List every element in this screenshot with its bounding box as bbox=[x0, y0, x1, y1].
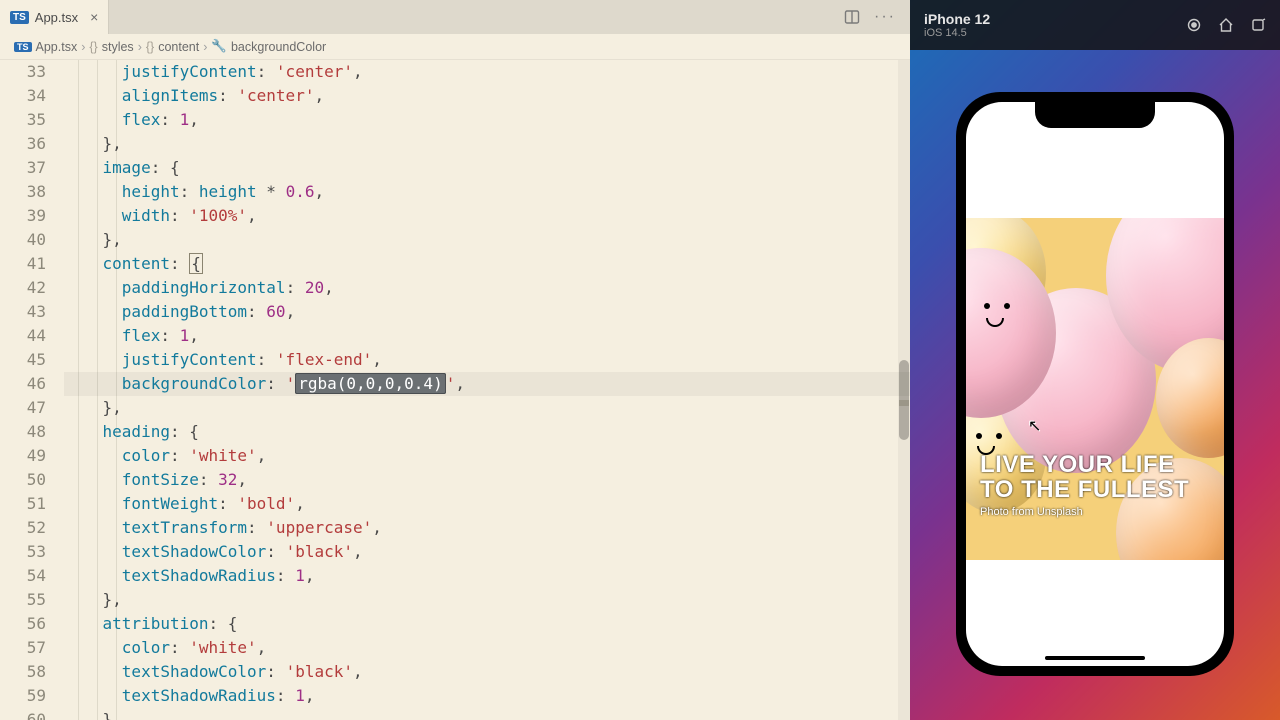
simulator-device-name: iPhone 12 bbox=[924, 11, 990, 27]
line-number: 52 bbox=[0, 516, 46, 540]
close-tab-icon[interactable]: × bbox=[90, 9, 98, 25]
code-line[interactable]: justifyContent: 'flex-end', bbox=[64, 348, 910, 372]
line-number-gutter: 3334353637383940414243444546474849505152… bbox=[0, 60, 60, 720]
code-line[interactable]: textShadowRadius: 1, bbox=[64, 684, 910, 708]
line-number: 53 bbox=[0, 540, 46, 564]
line-number: 57 bbox=[0, 636, 46, 660]
breadcrumb-segment[interactable]: content bbox=[158, 40, 199, 54]
code-line[interactable]: heading: { bbox=[64, 420, 910, 444]
simulator-device-info: iPhone 12 iOS 14.5 bbox=[924, 11, 990, 39]
device-notch bbox=[1035, 102, 1155, 128]
home-indicator bbox=[1045, 656, 1145, 660]
code-line[interactable]: }, bbox=[64, 708, 910, 720]
code-line[interactable]: attribution: { bbox=[64, 612, 910, 636]
line-number: 37 bbox=[0, 156, 46, 180]
chevron-right-icon: › bbox=[138, 40, 142, 54]
line-number: 42 bbox=[0, 276, 46, 300]
code-line[interactable]: textTransform: 'uppercase', bbox=[64, 516, 910, 540]
overview-ruler-mark bbox=[899, 400, 909, 406]
chevron-right-icon: › bbox=[81, 40, 85, 54]
device-frame: Live your life to the fullest Photo from… bbox=[956, 92, 1234, 676]
breadcrumb-segment[interactable]: styles bbox=[102, 40, 134, 54]
simulator-toolbar: iPhone 12 iOS 14.5 bbox=[910, 0, 1280, 50]
home-icon[interactable] bbox=[1218, 17, 1234, 33]
content-overlay: Live your life to the fullest Photo from… bbox=[966, 218, 1224, 560]
code-line[interactable]: textShadowColor: 'black', bbox=[64, 660, 910, 684]
chevron-right-icon: › bbox=[203, 40, 207, 54]
line-number: 58 bbox=[0, 660, 46, 684]
tabbar-actions: ··· bbox=[844, 0, 910, 34]
vertical-scrollbar[interactable] bbox=[898, 60, 910, 720]
split-editor-icon[interactable] bbox=[844, 9, 860, 25]
code-line[interactable]: flex: 1, bbox=[64, 324, 910, 348]
line-number: 60 bbox=[0, 708, 46, 720]
code-line[interactable]: }, bbox=[64, 228, 910, 252]
line-number: 46 bbox=[0, 372, 46, 396]
code-line[interactable]: }, bbox=[64, 132, 910, 156]
background-image: Live your life to the fullest Photo from… bbox=[966, 218, 1224, 560]
code-line[interactable]: paddingHorizontal: 20, bbox=[64, 276, 910, 300]
code-line[interactable]: justifyContent: 'center', bbox=[64, 60, 910, 84]
code-line[interactable]: content: { bbox=[64, 252, 910, 276]
code-line[interactable]: color: 'white', bbox=[64, 444, 910, 468]
mouse-cursor-icon: ↖ bbox=[1028, 416, 1041, 436]
line-number: 56 bbox=[0, 612, 46, 636]
line-number: 51 bbox=[0, 492, 46, 516]
line-number: 47 bbox=[0, 396, 46, 420]
code-editor[interactable]: 3334353637383940414243444546474849505152… bbox=[0, 60, 910, 720]
code-line[interactable]: }, bbox=[64, 588, 910, 612]
line-number: 49 bbox=[0, 444, 46, 468]
code-line[interactable]: image: { bbox=[64, 156, 910, 180]
breadcrumb-segment[interactable]: backgroundColor bbox=[231, 40, 326, 54]
line-number: 48 bbox=[0, 420, 46, 444]
line-number: 39 bbox=[0, 204, 46, 228]
line-number: 40 bbox=[0, 228, 46, 252]
code-line[interactable]: flex: 1, bbox=[64, 108, 910, 132]
code-body[interactable]: justifyContent: 'center', alignItems: 'c… bbox=[60, 60, 910, 720]
code-line[interactable]: backgroundColor: 'rgba(0,0,0,0.4)', bbox=[64, 372, 910, 396]
code-line[interactable]: }, bbox=[64, 396, 910, 420]
breadcrumbs[interactable]: TS App.tsx › {} styles › {} content › 🔧 … bbox=[0, 34, 910, 60]
line-number: 35 bbox=[0, 108, 46, 132]
code-line[interactable]: textShadowColor: 'black', bbox=[64, 540, 910, 564]
code-line[interactable]: width: '100%', bbox=[64, 204, 910, 228]
tab-app-tsx[interactable]: TS App.tsx × bbox=[0, 0, 109, 34]
attribution-text: Photo from Unsplash bbox=[980, 506, 1210, 518]
line-number: 50 bbox=[0, 468, 46, 492]
symbol-icon: {} bbox=[89, 40, 97, 54]
tab-bar: TS App.tsx × ··· bbox=[0, 0, 910, 34]
code-line[interactable]: height: height * 0.6, bbox=[64, 180, 910, 204]
line-number: 34 bbox=[0, 84, 46, 108]
heading-text: Live your life to the fullest bbox=[980, 452, 1210, 502]
code-line[interactable]: color: 'white', bbox=[64, 636, 910, 660]
property-icon: 🔧 bbox=[211, 39, 227, 54]
simulator-pane: iPhone 12 iOS 14.5 bbox=[910, 0, 1280, 720]
line-number: 59 bbox=[0, 684, 46, 708]
code-line[interactable]: alignItems: 'center', bbox=[64, 84, 910, 108]
ts-file-icon: TS bbox=[10, 11, 29, 24]
line-number: 43 bbox=[0, 300, 46, 324]
code-line[interactable]: fontSize: 32, bbox=[64, 468, 910, 492]
tab-filename: App.tsx bbox=[35, 10, 78, 25]
line-number: 54 bbox=[0, 564, 46, 588]
ts-file-icon: TS bbox=[14, 42, 32, 52]
line-number: 36 bbox=[0, 132, 46, 156]
rotate-icon[interactable] bbox=[1250, 17, 1266, 33]
line-number: 55 bbox=[0, 588, 46, 612]
line-number: 41 bbox=[0, 252, 46, 276]
screenshot-icon[interactable] bbox=[1186, 17, 1202, 33]
line-number: 33 bbox=[0, 60, 46, 84]
device-screen[interactable]: Live your life to the fullest Photo from… bbox=[966, 102, 1224, 666]
code-line[interactable]: fontWeight: 'bold', bbox=[64, 492, 910, 516]
line-number: 45 bbox=[0, 348, 46, 372]
simulator-os-version: iOS 14.5 bbox=[924, 27, 990, 39]
code-line[interactable]: paddingBottom: 60, bbox=[64, 300, 910, 324]
editor-pane: TS App.tsx × ··· TS App.tsx › {} styles … bbox=[0, 0, 910, 720]
more-actions-icon[interactable]: ··· bbox=[874, 8, 896, 26]
breadcrumb-file[interactable]: App.tsx bbox=[36, 40, 78, 54]
code-line[interactable]: textShadowRadius: 1, bbox=[64, 564, 910, 588]
symbol-icon: {} bbox=[146, 40, 154, 54]
line-number: 38 bbox=[0, 180, 46, 204]
line-number: 44 bbox=[0, 324, 46, 348]
